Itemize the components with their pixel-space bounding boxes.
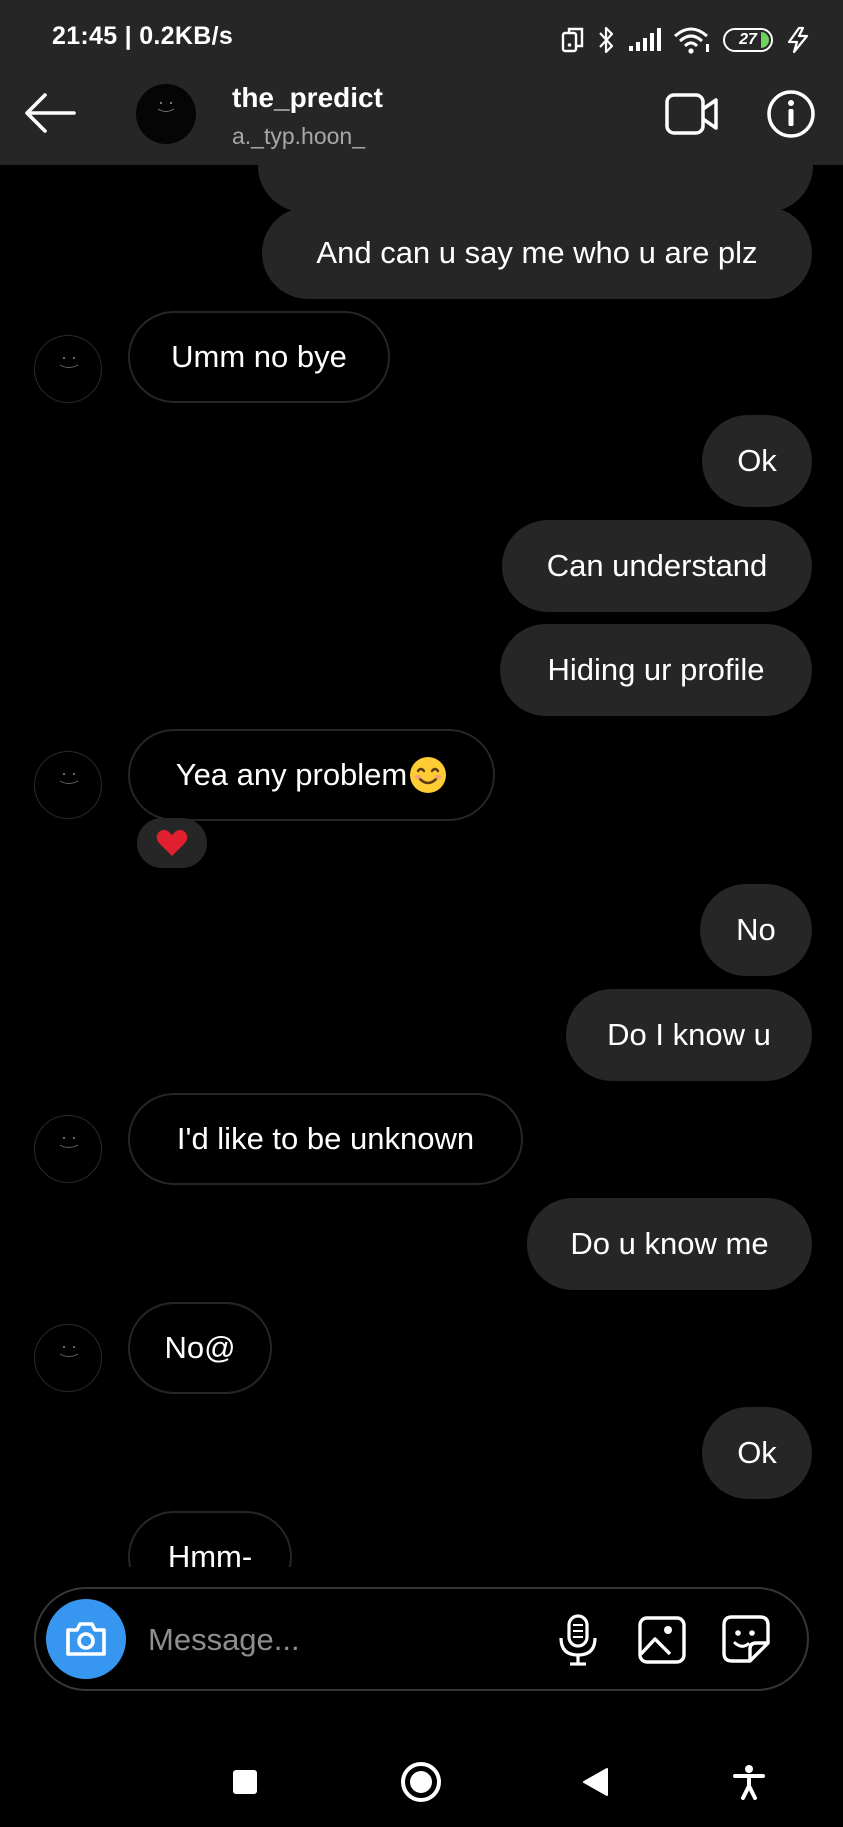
- message-thread[interactable]: And can u say me who u are plz Umm no by…: [0, 165, 843, 1567]
- message-received[interactable]: I'd like to be unknown: [128, 1093, 523, 1185]
- message-composer: [34, 1587, 809, 1691]
- reaction-badge[interactable]: [137, 818, 207, 868]
- microphone-icon: [559, 1614, 597, 1666]
- message-sent[interactable]: Can understand: [502, 520, 812, 612]
- video-call-icon: [665, 93, 718, 135]
- message-sent[interactable]: Ok: [702, 1407, 812, 1499]
- info-button[interactable]: [766, 89, 816, 139]
- voice-message-button[interactable]: [552, 1613, 604, 1667]
- info-icon: [767, 90, 815, 138]
- home-button[interactable]: [394, 1755, 448, 1809]
- accessibility-button[interactable]: [722, 1755, 776, 1809]
- accessibility-icon: [733, 1765, 765, 1800]
- back-triangle-icon: [583, 1768, 608, 1796]
- top-bar: 21:45 | 0.2KB/s 27 the_predict a._typ.ho…: [0, 0, 843, 165]
- gallery-button[interactable]: [636, 1613, 688, 1667]
- status-time: 21:45 | 0.2KB/s: [52, 22, 234, 50]
- back-button[interactable]: [22, 90, 78, 136]
- message-received[interactable]: Umm no bye: [128, 311, 390, 403]
- status-icons: 27: [561, 20, 811, 60]
- wifi-icon: [674, 27, 709, 54]
- sender-avatar[interactable]: [34, 1324, 102, 1392]
- message-sent[interactable]: Do I know u: [566, 989, 812, 1081]
- sender-avatar[interactable]: [34, 335, 102, 403]
- back-arrow-icon: [25, 93, 76, 133]
- red-heart-emoji: [156, 830, 188, 856]
- system-back-button[interactable]: [568, 1755, 622, 1809]
- sender-avatar[interactable]: [34, 751, 102, 819]
- message-sent[interactable]: [258, 165, 813, 212]
- signal-icon: [629, 28, 661, 51]
- message-received[interactable]: No@: [128, 1302, 272, 1394]
- battery-icon: 27: [723, 28, 773, 52]
- navigation-bar: [0, 1737, 843, 1827]
- message-input[interactable]: [146, 1613, 450, 1667]
- charging-icon: [787, 26, 809, 54]
- message-sent[interactable]: Hiding ur profile: [500, 624, 812, 716]
- sticker-icon: [722, 1615, 770, 1663]
- contact-avatar[interactable]: [136, 84, 196, 144]
- message-sent[interactable]: And can u say me who u are plz: [262, 207, 812, 299]
- battery-level: 27: [739, 31, 757, 48]
- sender-avatar[interactable]: [34, 1115, 102, 1183]
- message-received[interactable]: Hmm-: [128, 1511, 292, 1567]
- message-sent[interactable]: Do u know me: [527, 1198, 812, 1290]
- home-circle-icon: [401, 1762, 441, 1802]
- camera-icon: [66, 1622, 106, 1656]
- video-call-button[interactable]: [664, 89, 720, 139]
- camera-button[interactable]: [46, 1599, 126, 1679]
- sticker-button[interactable]: [720, 1613, 772, 1667]
- message-sent[interactable]: No: [700, 884, 812, 976]
- gallery-icon: [638, 1616, 686, 1664]
- recents-button[interactable]: [218, 1755, 272, 1809]
- recents-square-icon: [233, 1770, 257, 1794]
- contact-handle: a._typ.hoon_: [232, 123, 366, 149]
- bluetooth-icon: [599, 26, 614, 54]
- message-sent[interactable]: Ok: [702, 415, 812, 507]
- contact-name[interactable]: the_predict: [232, 82, 383, 114]
- message-received[interactable]: Yea any problem: [128, 729, 495, 821]
- dual-app-icon: [561, 27, 584, 53]
- smiling-face-emoji: [410, 757, 447, 793]
